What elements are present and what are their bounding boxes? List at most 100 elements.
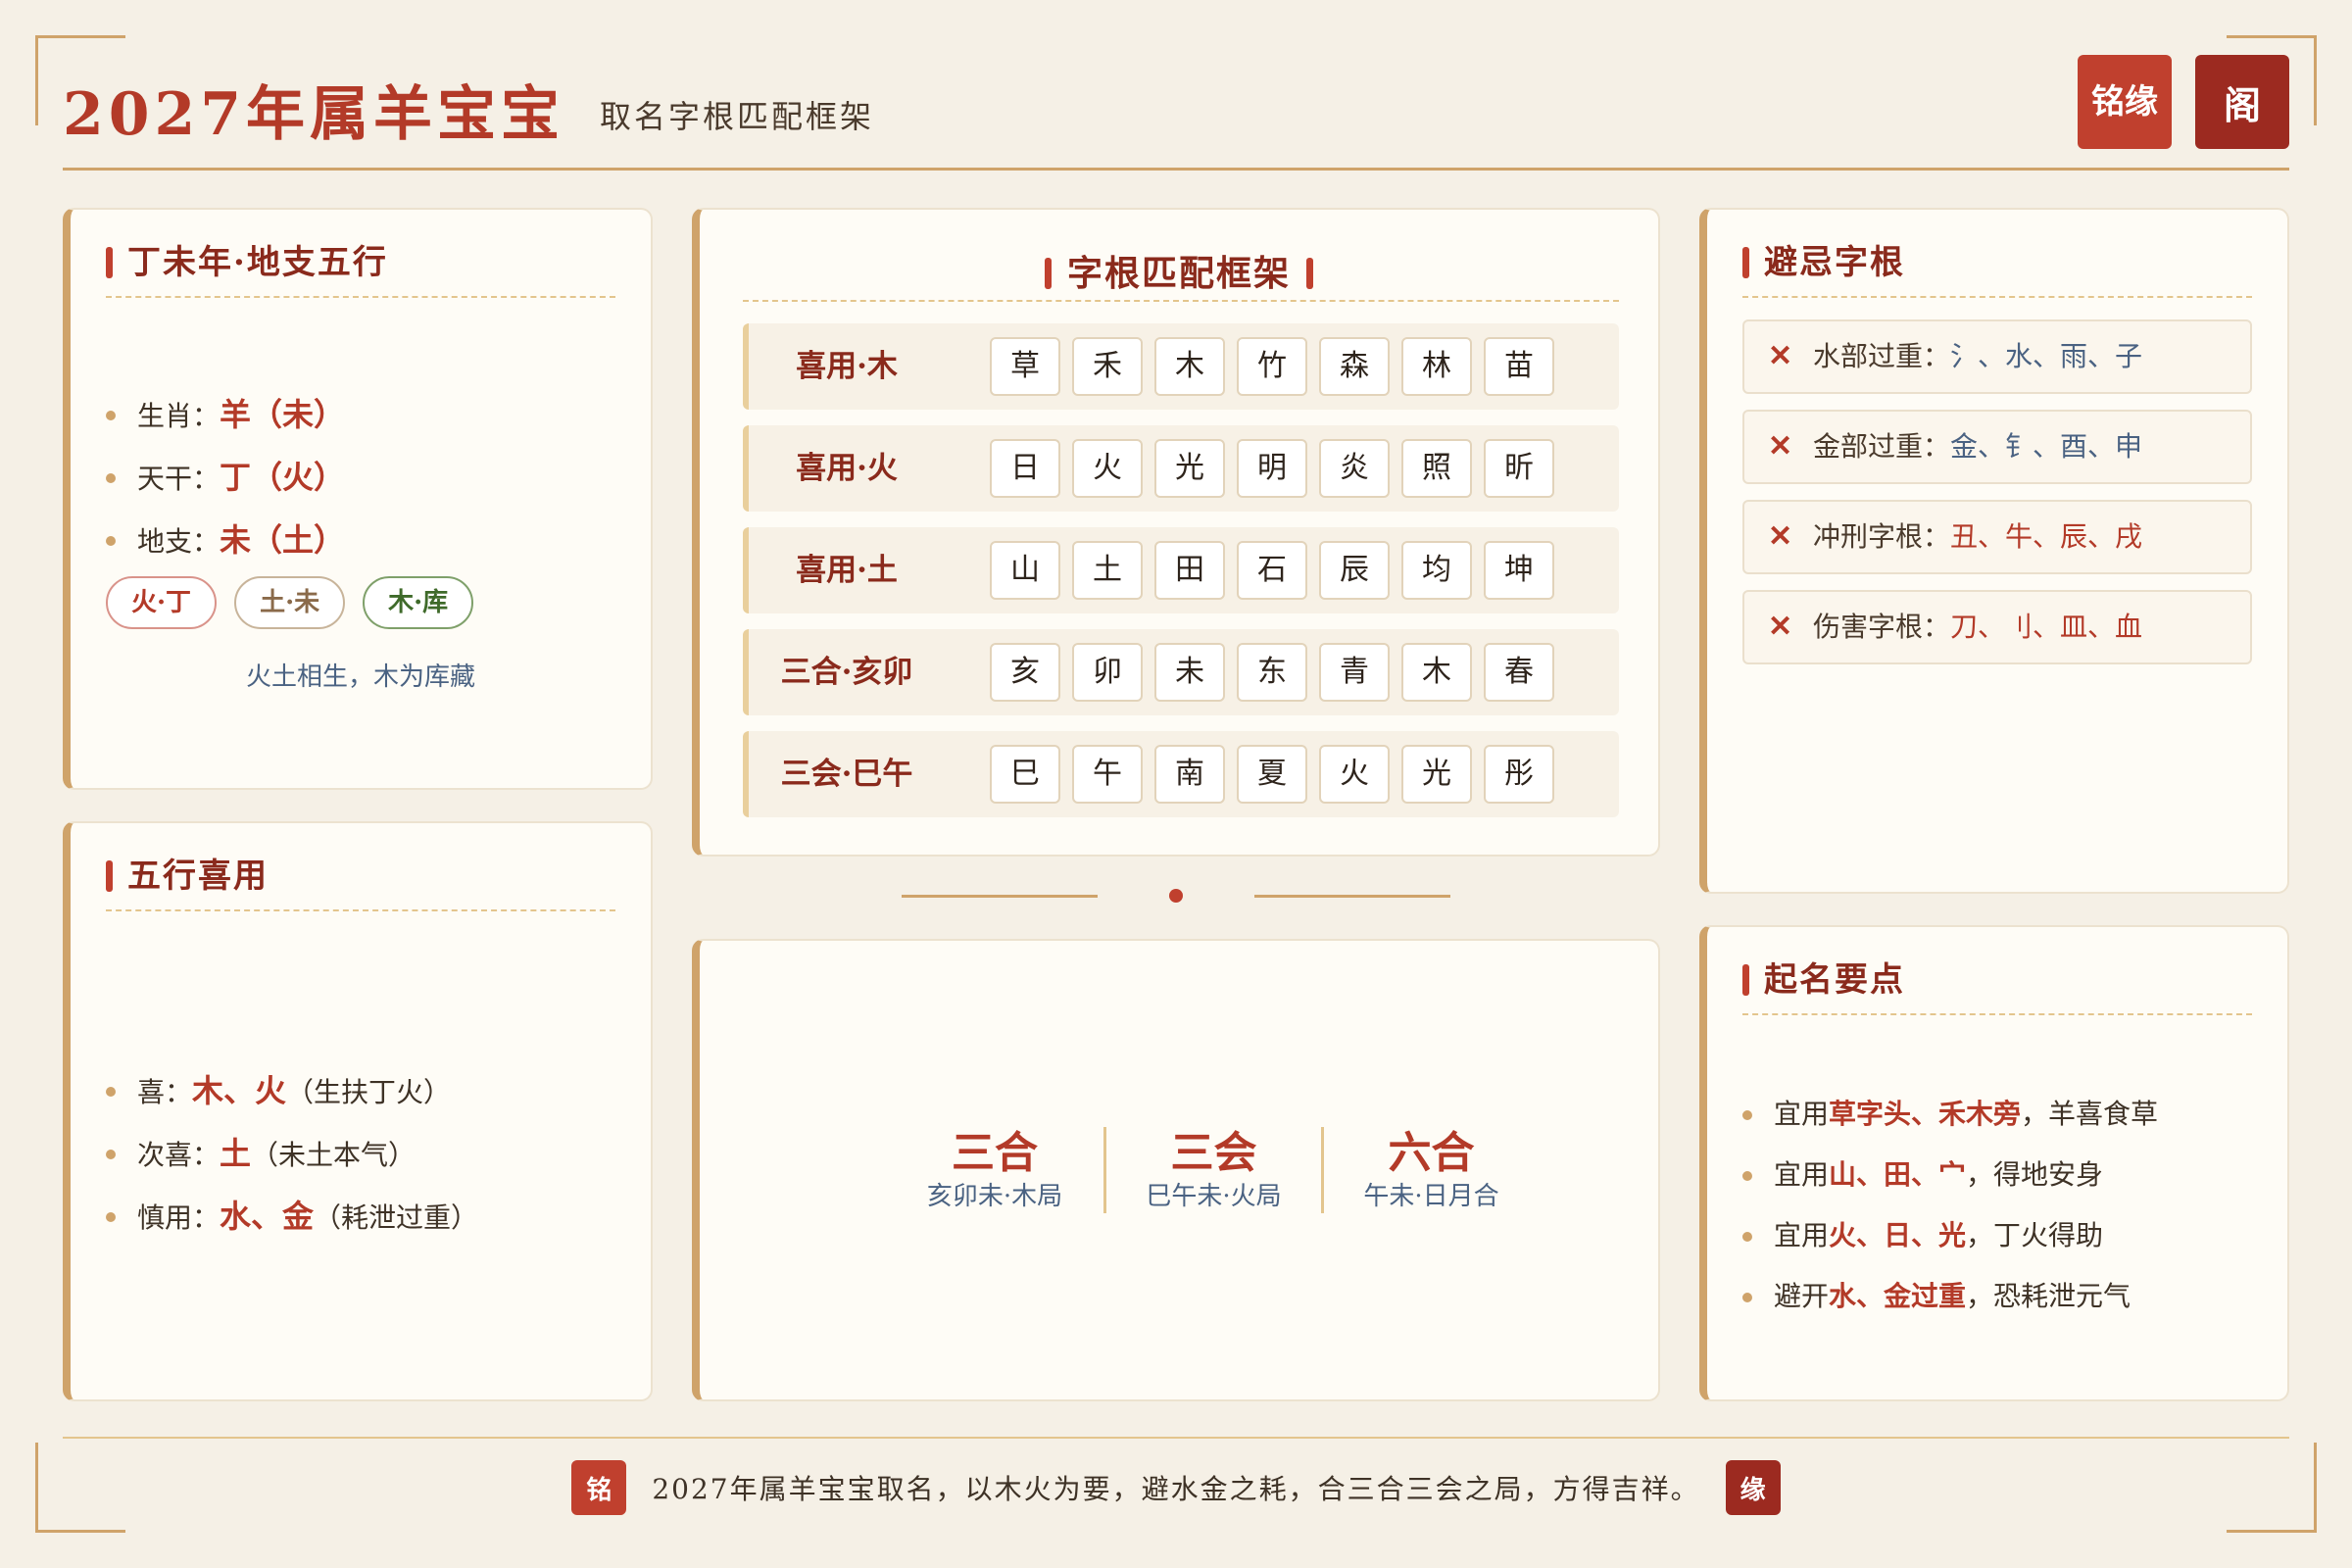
- char-cell: 夏: [1237, 745, 1307, 804]
- char-cell: 未: [1154, 643, 1225, 702]
- row-label: 喜用·土: [796, 553, 898, 588]
- char-cell: 明: [1237, 439, 1307, 498]
- cross-icon: ✕: [1768, 429, 1793, 464]
- combo-list: 三合 亥卯未·木局 三会 巳午未·火局 六合 午未·日月合: [886, 1127, 1539, 1213]
- char-cell: 光: [1401, 745, 1472, 804]
- combo-sanhui: 三会 巳午未·火局: [1103, 1127, 1321, 1213]
- char-cell: 土: [1072, 541, 1143, 600]
- avoid-item: ✕ 水部过重：氵、水、雨、子: [1742, 319, 2252, 394]
- char-cell: 卯: [1072, 643, 1143, 702]
- char-cell: 森: [1319, 337, 1390, 396]
- header: 2027年属羊宝宝 取名字根匹配框架 铭缘 阁: [63, 55, 2289, 171]
- char-cell: 南: [1154, 745, 1225, 804]
- char-cell: 草: [990, 337, 1060, 396]
- char-cell: 日: [990, 439, 1060, 498]
- char-cell: 午: [1072, 745, 1143, 804]
- char-cell: 林: [1401, 337, 1472, 396]
- zodiac-card: 丁未年·地支五行 生肖：羊（未） 天干：丁（火） 地支：未（土） 火·丁 土·未…: [63, 208, 653, 790]
- row-label: 三合·亥卯: [780, 655, 913, 690]
- char-cell: 光: [1154, 439, 1225, 498]
- avoid-item: ✕ 冲刑字根：丑、牛、辰、戌: [1742, 500, 2252, 574]
- combo-liuhe: 六合 午未·日月合: [1321, 1127, 1539, 1213]
- char-cell: 坤: [1484, 541, 1554, 600]
- avoid-card: 避忌字根 ✕ 水部过重：氵、水、雨、子 ✕ 金部过重：金、钅、酉、申 ✕ 冲刑字根：丑…: [1699, 208, 2289, 894]
- char-cell: 青: [1319, 643, 1390, 702]
- framework-row: 三合·亥卯 亥 卯 未 东 青 木 春: [743, 629, 1619, 715]
- avoid-item: ✕ 金部过重：金、钅、酉、申: [1742, 410, 2252, 484]
- row-label: 三会·巳午: [780, 757, 913, 792]
- char-cell: 石: [1237, 541, 1307, 600]
- char-cell: 火: [1319, 745, 1390, 804]
- tips-card: 起名要点 宜用草字头、禾木旁，羊喜食草 宜用山、田、宀，得地安身 宜用火、日、光…: [1699, 925, 2289, 1401]
- footer-seal-yuan: 缘: [1725, 1460, 1781, 1515]
- zodiac-card-title: 丁未年·地支五行: [106, 243, 615, 298]
- char-cell: 均: [1401, 541, 1472, 600]
- tips-list: 宜用草字头、禾木旁，羊喜食草 宜用山、田、宀，得地安身 宜用火、日、光，丁火得助…: [1742, 1084, 2268, 1327]
- cross-icon: ✕: [1768, 519, 1793, 554]
- row-label: 喜用·木: [796, 349, 898, 384]
- element-tags: 火·丁 土·未 木·库: [106, 576, 474, 629]
- footer-seal-ming: 铭: [571, 1460, 627, 1515]
- list-item: 宜用火、日、光，丁火得助: [1742, 1205, 2268, 1266]
- framework-row: 喜用·火 日 火 光 明 炎 照 昕: [743, 425, 1619, 512]
- wuxing-list: 喜：木、火（生扶丁火） 次喜：土（未土本气） 慎用：水、金（耗泄过重）: [106, 1060, 631, 1249]
- char-cell: 火: [1072, 439, 1143, 498]
- char-cell: 木: [1401, 643, 1472, 702]
- wuxing-card-title: 五行喜用: [106, 857, 615, 911]
- zodiac-list: 生肖：羊（未） 天干：丁（火） 地支：未（土）: [106, 384, 631, 572]
- list-item: 次喜：土（未土本气）: [106, 1123, 631, 1186]
- char-cell: 竹: [1237, 337, 1307, 396]
- char-cell: 照: [1401, 439, 1472, 498]
- char-cell: 亥: [990, 643, 1060, 702]
- list-item: 避开水、金过重，恐耗泄元气: [1742, 1266, 2268, 1327]
- combo-sanhe: 三合 亥卯未·木局: [886, 1127, 1103, 1213]
- tips-card-title: 起名要点: [1742, 960, 2252, 1015]
- char-cell: 禾: [1072, 337, 1143, 396]
- tag-fire: 火·丁: [106, 576, 218, 629]
- seal-ge: 阁: [2195, 55, 2289, 149]
- char-cell: 炎: [1319, 439, 1390, 498]
- cross-icon: ✕: [1768, 610, 1793, 644]
- avoid-item: ✕ 伤害字根：刀、刂、皿、血: [1742, 590, 2252, 664]
- char-cell: 田: [1154, 541, 1225, 600]
- divider-dot: [1169, 889, 1183, 903]
- char-cell: 山: [990, 541, 1060, 600]
- page-subtitle: 取名字根匹配框架: [600, 98, 875, 135]
- wuxing-card: 五行喜用 喜：木、火（生扶丁火） 次喜：土（未土本气） 慎用：水、金（耗泄过重）: [63, 821, 653, 1401]
- row-label: 喜用·火: [796, 451, 898, 486]
- char-cell: 彤: [1484, 745, 1554, 804]
- footer: 铭 2027年属羊宝宝取名，以木火为要，避水金之耗，合三合三会之局，方得吉祥。 …: [63, 1437, 2289, 1535]
- list-item: 宜用草字头、禾木旁，羊喜食草: [1742, 1084, 2268, 1145]
- list-item: 天干：丁（火）: [106, 447, 631, 510]
- zodiac-note: 火土相生，木为库藏: [245, 662, 475, 692]
- char-cell: 木: [1154, 337, 1225, 396]
- list-item: 慎用：水、金（耗泄过重）: [106, 1186, 631, 1249]
- char-cell: 辰: [1319, 541, 1390, 600]
- footer-text: 2027年属羊宝宝取名，以木火为要，避水金之耗，合三合三会之局，方得吉祥。: [652, 1473, 1700, 1505]
- char-cell: 苗: [1484, 337, 1554, 396]
- combo-subtitle: 亥卯未·木局: [926, 1182, 1063, 1211]
- list-item: 地支：未（土）: [106, 510, 631, 572]
- char-cell: 东: [1237, 643, 1307, 702]
- framework-card: 字根匹配框架 喜用·木 草 禾 木 竹 森 林 苗 喜用·火 日 火 光 明 炎…: [692, 208, 1660, 857]
- avoid-card-title: 避忌字根: [1742, 243, 2252, 298]
- char-cell: 巳: [990, 745, 1060, 804]
- combo-title: 六合: [1388, 1128, 1475, 1178]
- framework-row: 喜用·木 草 禾 木 竹 森 林 苗: [743, 323, 1619, 410]
- list-item: 喜：木、火（生扶丁火）: [106, 1060, 631, 1123]
- framework-title: 字根匹配框架: [700, 245, 1658, 296]
- cross-icon: ✕: [1768, 339, 1793, 373]
- seal-mingyuan: 铭缘: [2078, 55, 2172, 149]
- tag-earth: 土·未: [234, 576, 346, 629]
- list-item: 宜用山、田、宀，得地安身: [1742, 1145, 2268, 1205]
- list-item: 生肖：羊（未）: [106, 384, 631, 447]
- page-title: 2027年属羊宝宝: [63, 80, 564, 149]
- divider-line-right: [1254, 895, 1450, 898]
- framework-row: 三会·巳午 巳 午 南 夏 火 光 彤: [743, 731, 1619, 817]
- divider-line-left: [902, 895, 1098, 898]
- combo-title: 三会: [1170, 1128, 1257, 1178]
- combo-subtitle: 巳午未·火局: [1146, 1182, 1282, 1211]
- tag-wood: 木·库: [363, 576, 474, 629]
- framework-row: 喜用·土 山 土 田 石 辰 均 坤: [743, 527, 1619, 613]
- combo-title: 三合: [952, 1128, 1038, 1178]
